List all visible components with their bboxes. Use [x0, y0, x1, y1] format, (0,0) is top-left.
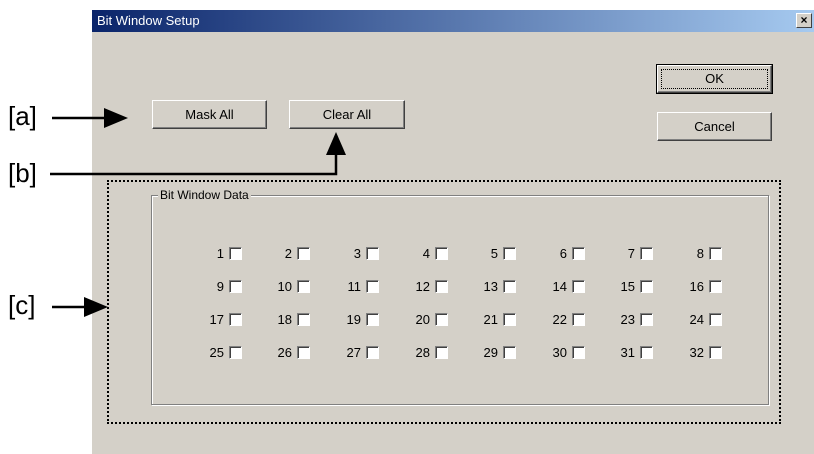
annotation-arrows — [50, 108, 346, 317]
arrow-c — [52, 297, 108, 317]
arrow-a — [52, 108, 128, 128]
arrow-b — [50, 132, 346, 176]
